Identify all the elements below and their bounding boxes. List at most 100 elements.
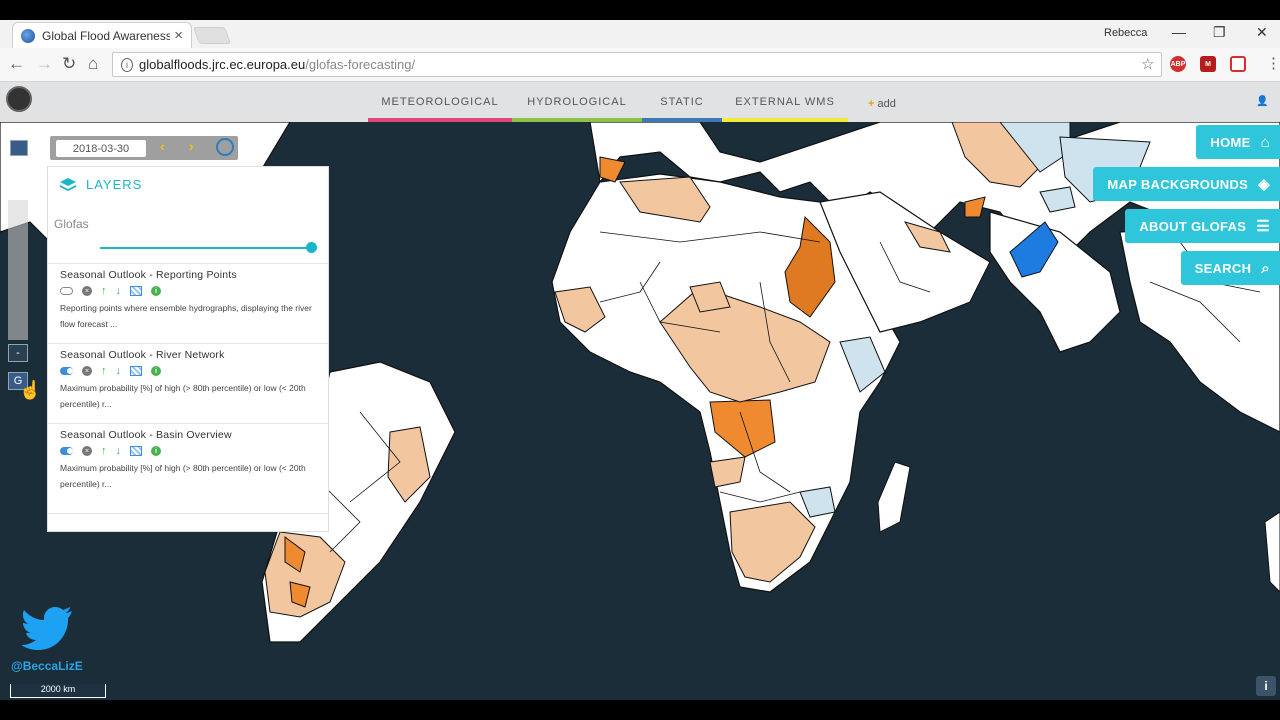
move-down-icon[interactable]: ↓ xyxy=(116,366,122,377)
close-tab-icon[interactable]: × xyxy=(174,27,183,44)
adblock-extension-icon[interactable]: ABP xyxy=(1170,56,1186,72)
profile-name[interactable]: Rebecca xyxy=(1104,27,1147,39)
map-backgrounds-label: MAP BACKGROUNDS xyxy=(1107,176,1249,192)
legend-icon[interactable] xyxy=(130,366,142,376)
globe-icon xyxy=(21,28,35,43)
tab-label: EXTERNAL WMS xyxy=(735,96,835,108)
map-backgrounds-button[interactable]: MAP BACKGROUNDS ◈ xyxy=(1093,167,1280,201)
restore-icon[interactable]: ❐ xyxy=(1213,24,1226,41)
browser-tab[interactable]: Global Flood Awareness × xyxy=(12,22,192,48)
layer-description: Reporting points where ensemble hydrogra… xyxy=(60,303,312,329)
home-icon[interactable]: ⌂ xyxy=(88,54,98,74)
remove-layer-icon[interactable]: × xyxy=(82,446,92,456)
url-path: /glofas-forecasting/ xyxy=(305,57,416,72)
house-icon: ⌂ xyxy=(1260,133,1270,151)
url-host: globalfloods.jrc.ec.europa.eu xyxy=(139,57,306,72)
tab-label: METEOROLOGICAL xyxy=(381,96,499,108)
layer-description: Maximum probability [%] of high (> 80th … xyxy=(60,383,306,409)
move-up-icon[interactable]: ↑ xyxy=(101,286,107,297)
layer-name: Seasonal Outlook - Reporting Points xyxy=(60,269,237,281)
tab-strip xyxy=(0,20,1280,48)
layer-item: Seasonal Outlook - River Network × ↑ ↓ i… xyxy=(48,343,328,423)
about-label: ABOUT GLOFAS xyxy=(1139,218,1247,234)
tab-underline xyxy=(368,118,512,122)
zoom-out-button[interactable]: - xyxy=(8,344,28,362)
divider xyxy=(48,513,328,514)
search-button[interactable]: SEARCH ⌕ xyxy=(1180,251,1280,285)
date-input[interactable]: 2018-03-30 xyxy=(56,140,146,157)
add-label: add xyxy=(877,98,896,110)
layers-header[interactable]: LAYERS xyxy=(60,177,142,192)
layer-item: Seasonal Outlook - Basin Overview × ↑ ↓ … xyxy=(48,423,328,503)
move-down-icon[interactable]: ↓ xyxy=(116,446,122,457)
home-button[interactable]: HOME ⌂ xyxy=(1196,125,1280,159)
back-arrow-icon[interactable]: ← xyxy=(8,54,25,74)
pocket-extension-icon[interactable] xyxy=(1230,56,1246,72)
clock-icon[interactable] xyxy=(216,138,234,156)
tab-hydrological[interactable]: HYDROLOGICAL xyxy=(512,82,642,122)
tab-external-wms[interactable]: EXTERNAL WMS xyxy=(722,82,848,122)
legend-icon[interactable] xyxy=(130,446,142,456)
new-tab-button[interactable] xyxy=(192,27,232,44)
tab-label: HYDROLOGICAL xyxy=(527,96,627,108)
twitter-bird-icon xyxy=(22,607,72,650)
tab-label: STATIC xyxy=(660,96,704,108)
date-prev-button[interactable]: ‹ xyxy=(160,138,165,154)
search-label: SEARCH xyxy=(1194,260,1252,276)
info-button[interactable]: i xyxy=(1256,676,1276,696)
plus-icon: + xyxy=(868,98,875,110)
move-down-icon[interactable]: ↓ xyxy=(116,286,122,297)
search-icon: ⌕ xyxy=(1261,259,1270,277)
twitter-handle: @BeccaLizE xyxy=(11,659,83,673)
layer-name: Seasonal Outlook - Basin Overview xyxy=(60,429,232,441)
layer-name: Seasonal Outlook - River Network xyxy=(60,349,225,361)
map-pin-icon[interactable] xyxy=(10,140,28,156)
zoom-slider[interactable] xyxy=(8,200,28,340)
move-up-icon[interactable]: ↑ xyxy=(101,446,107,457)
remove-layer-icon[interactable]: × xyxy=(82,366,92,376)
layer-description: Maximum probability [%] of high (> 80th … xyxy=(60,463,306,489)
layer-item: Seasonal Outlook - Reporting Points × ↑ … xyxy=(48,263,328,343)
screen-top-border xyxy=(0,0,1280,20)
reload-icon[interactable]: ↻ xyxy=(62,54,76,74)
add-tab-button[interactable]: + add xyxy=(868,98,896,110)
address-bar[interactable]: i globalfloods.jrc.ec.europa.eu/glofas-f… xyxy=(112,52,1162,77)
tab-title: Global Flood Awareness xyxy=(42,28,171,43)
m-extension-icon[interactable]: M xyxy=(1200,56,1216,72)
remove-layer-icon[interactable]: × xyxy=(82,286,92,296)
legend-icon[interactable] xyxy=(130,286,142,296)
browser-menu-icon[interactable]: ⋮ xyxy=(1266,54,1280,72)
tab-static[interactable]: STATIC xyxy=(642,82,722,122)
bookmark-star-icon[interactable]: ☆ xyxy=(1141,55,1154,73)
tab-meteorological[interactable]: METEOROLOGICAL xyxy=(368,82,512,122)
date-next-button[interactable]: › xyxy=(189,138,194,154)
opacity-slider-track[interactable] xyxy=(100,247,312,249)
tab-underline xyxy=(722,118,848,122)
user-icon[interactable]: 👤 xyxy=(1256,96,1268,107)
home-label: HOME xyxy=(1210,134,1251,150)
forward-arrow-icon[interactable]: → xyxy=(36,54,53,74)
opacity-slider-handle[interactable] xyxy=(306,242,317,253)
layers-panel: LAYERS Glofas Seasonal Outlook - Reporti… xyxy=(47,166,329,532)
layers-icon: ◈ xyxy=(1258,176,1270,193)
toggle-visibility-icon[interactable] xyxy=(60,287,73,295)
layer-group-label: Glofas xyxy=(54,217,89,231)
info-icon[interactable]: i xyxy=(151,366,161,376)
about-glofas-button[interactable]: ABOUT GLOFAS ☰ xyxy=(1125,209,1280,243)
close-window-icon[interactable]: ✕ xyxy=(1256,24,1268,41)
tab-underline xyxy=(642,118,722,122)
toggle-visibility-icon[interactable] xyxy=(60,367,73,375)
app-logo[interactable] xyxy=(6,86,32,112)
info-icon[interactable]: i xyxy=(151,446,161,456)
toggle-visibility-icon[interactable] xyxy=(60,447,73,455)
info-circle-icon[interactable]: i xyxy=(121,57,133,72)
info-icon[interactable]: i xyxy=(151,286,161,296)
layers-icon xyxy=(60,177,76,191)
tab-underline xyxy=(512,118,642,122)
move-up-icon[interactable]: ↑ xyxy=(101,366,107,377)
layers-title: LAYERS xyxy=(86,177,143,192)
menu-lines-icon: ☰ xyxy=(1256,218,1270,235)
screen-bottom-border xyxy=(0,700,1280,720)
minimize-icon[interactable]: — xyxy=(1172,24,1186,40)
mouse-cursor: ☝ xyxy=(19,380,42,400)
